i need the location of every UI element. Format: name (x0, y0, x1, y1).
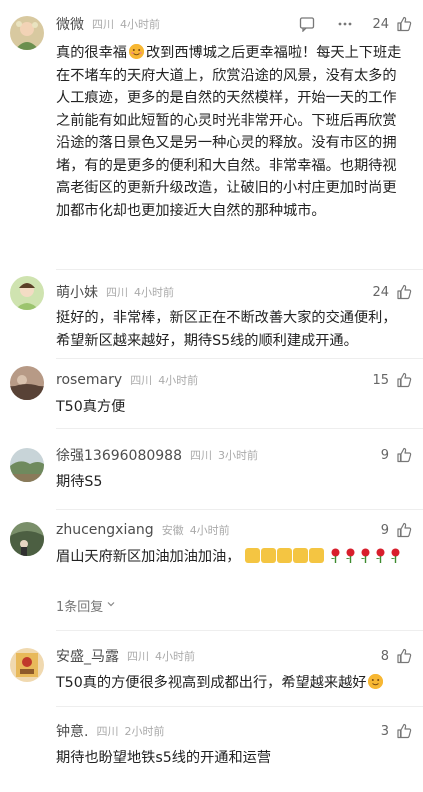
location: 四川 (92, 18, 114, 31)
comment-header: 徐强13696080988 四川 3小时前 (56, 445, 258, 465)
location: 安徽 (161, 524, 184, 537)
like-count: 24 (372, 16, 389, 32)
reply-count: 1条回复 (56, 600, 104, 615)
timestamp: 4小时前 (134, 286, 174, 299)
avatar-image (10, 648, 44, 682)
smile-emoji-icon (368, 674, 384, 689)
comment-meta: 安徽 4小时前 (162, 522, 230, 538)
blush-emoji-icon (128, 44, 144, 59)
thumbs-up-icon[interactable] (395, 647, 413, 665)
username[interactable]: rosemary (56, 372, 122, 388)
like-count: 8 (380, 648, 389, 664)
avatar-image (10, 448, 44, 482)
divider (56, 269, 423, 270)
comment-header: 钟意. 四川 2小时前 (56, 721, 164, 741)
timestamp: 3小时前 (217, 449, 258, 462)
comment-actions: 15 (372, 371, 413, 389)
timestamp: 4小时前 (189, 524, 230, 537)
comment-header: rosemary 四川 4小时前 (56, 370, 198, 390)
rose-emoji-icon (331, 548, 340, 563)
avatar-image (10, 276, 44, 310)
comment-meta: 四川 4小时前 (106, 284, 174, 300)
username[interactable]: 安盛_马露 (56, 646, 119, 666)
thumbs-up-emoji-icon (292, 548, 308, 563)
rose-emoji-icon (391, 548, 400, 563)
comment-actions: 9 (381, 521, 413, 539)
timestamp: 2小时前 (124, 725, 165, 738)
avatar[interactable] (10, 522, 44, 556)
comment-meta: 四川 4小时前 (92, 16, 160, 32)
avatar[interactable] (10, 276, 44, 310)
username[interactable]: zhucengxiang (56, 522, 154, 538)
rose-emoji-icon (361, 548, 370, 563)
like-count: 24 (372, 284, 389, 300)
avatar-image (10, 522, 44, 556)
reply-toggle[interactable]: 1条回复 (56, 596, 116, 615)
location: 四川 (189, 449, 212, 462)
more-icon[interactable] (336, 15, 354, 33)
comment-text: 挺好的，非常棒，新区正在不断改善大家的交通便利，希望新区越来越好，期待S5线的顺… (56, 310, 397, 349)
thumbs-up-icon[interactable] (395, 15, 413, 33)
comment-text: 眉山天府新区加油加油加油， (56, 546, 411, 569)
location: 四川 (106, 286, 128, 299)
comment-header: zhucengxiang 安徽 4小时前 (56, 520, 230, 540)
like-count: 9 (380, 447, 389, 463)
thumbs-up-emoji-icon (260, 548, 276, 563)
thumbs-up-emoji-icon (276, 548, 292, 563)
comment-text: 期待也盼望地铁s5线的开通和运营 (56, 750, 272, 766)
divider (56, 509, 423, 510)
username[interactable]: 徐强13696080988 (56, 445, 182, 465)
username[interactable]: 微微 (56, 14, 84, 34)
chevron-down-icon (106, 598, 116, 613)
comment-actions: 3 (381, 722, 413, 740)
timestamp: 4小时前 (120, 18, 160, 31)
divider (56, 428, 423, 429)
comment-meta: 四川 4小时前 (130, 372, 198, 388)
username[interactable]: 萌小妹 (56, 282, 98, 302)
thumbs-up-icon[interactable] (395, 371, 413, 389)
comment-text: 真的很幸福 改到西博城之后更幸福啦！每天上下班走在不堵车的天府大道上，欣赏沿途的风… (56, 44, 402, 219)
comment-actions: 24 (372, 283, 413, 301)
avatar[interactable] (10, 448, 44, 482)
like-count: 15 (372, 372, 389, 388)
location: 四川 (130, 374, 153, 387)
like-count: 3 (380, 723, 389, 739)
rose-emoji-icon (346, 548, 355, 563)
thumbs-up-icon[interactable] (395, 521, 413, 539)
avatar-image (10, 366, 44, 400)
avatar[interactable] (10, 16, 44, 50)
comment-header: 微微 四川 4小时前 (56, 14, 160, 34)
divider (56, 358, 423, 359)
comment-header: 安盛_马露 四川 4小时前 (56, 646, 195, 666)
thumbs-up-icon[interactable] (395, 283, 413, 301)
comment-text: T50真方便 (56, 399, 126, 415)
comment-header: 萌小妹 四川 4小时前 (56, 282, 174, 302)
thumbs-up-emoji-icon (308, 548, 324, 563)
avatar[interactable] (10, 366, 44, 400)
comment-meta: 四川 4小时前 (127, 648, 195, 664)
thumbs-up-icon[interactable] (395, 722, 413, 740)
timestamp: 4小时前 (155, 650, 195, 663)
emoji-row (240, 548, 404, 565)
avatar-image (10, 16, 44, 50)
location: 四川 (127, 650, 149, 663)
comment-meta: 四川 2小时前 (96, 723, 164, 739)
timestamp: 4小时前 (158, 374, 199, 387)
comment-meta: 四川 3小时前 (190, 447, 258, 463)
comment-text: 期待S5 (56, 474, 103, 490)
divider (56, 630, 423, 631)
comment-text: T50真的方便很多视高到成都出行，希望越来越好 (56, 672, 415, 695)
avatar[interactable] (10, 648, 44, 682)
comment-actions: 8 (381, 647, 413, 665)
thumbs-up-icon[interactable] (395, 446, 413, 464)
rose-emoji-icon (376, 548, 385, 563)
comment-actions: 24 (298, 15, 413, 33)
divider (56, 706, 423, 707)
comment-icon[interactable] (298, 15, 316, 33)
thumbs-up-emoji-icon (244, 548, 260, 563)
username[interactable]: 钟意. (56, 721, 88, 741)
like-count: 9 (380, 522, 389, 538)
comment-actions: 9 (381, 446, 413, 464)
location: 四川 (96, 725, 119, 738)
